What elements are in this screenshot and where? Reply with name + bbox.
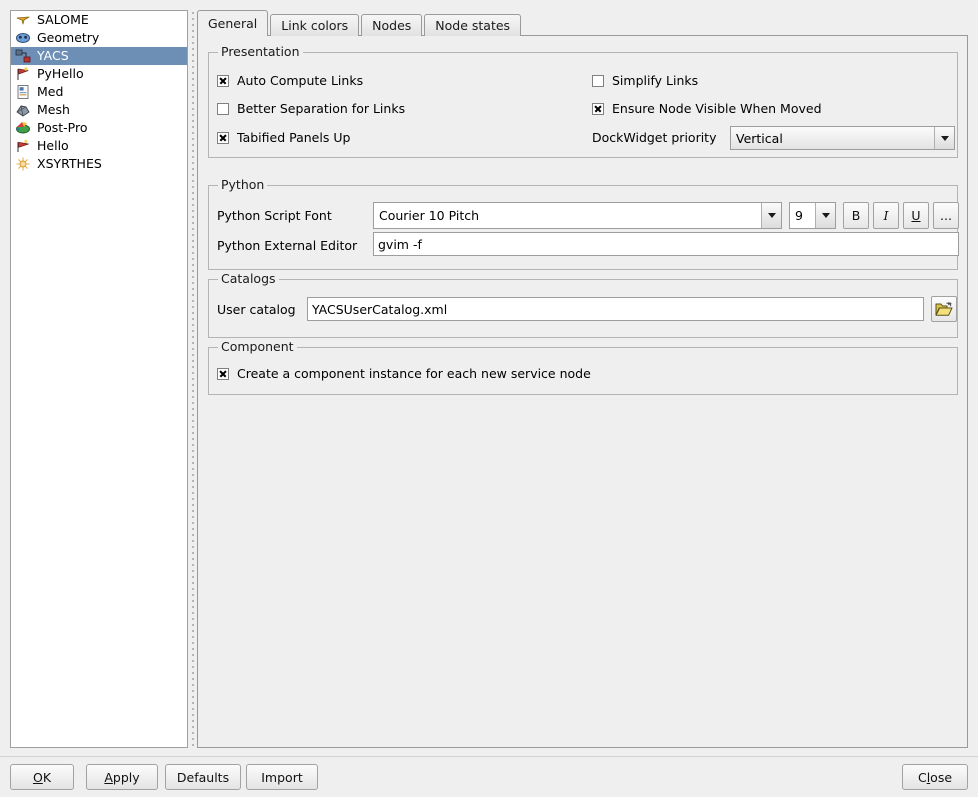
tab-panel-general: Presentation Auto Compute Links Better S… xyxy=(197,35,968,748)
sidebar-item-label: SALOME xyxy=(37,12,89,27)
group-python-title: Python xyxy=(218,178,268,192)
mesh-module-icon xyxy=(15,102,31,118)
dialog-button-bar: OK Apply Defaults Import Close xyxy=(0,756,978,797)
sidebar-item-label: Post-Pro xyxy=(37,120,88,135)
font-bold-button[interactable]: B xyxy=(843,202,869,229)
checkbox-simplify-links-label: Simplify Links xyxy=(612,73,699,88)
sidebar-item-yacs[interactable]: YACS xyxy=(11,47,187,65)
checkbox-auto-compute-links[interactable]: Auto Compute Links xyxy=(217,73,363,88)
sidebar-item-post-pro[interactable]: Post-Pro xyxy=(11,119,187,137)
sidebar-item-pyhello[interactable]: PyHello xyxy=(11,65,187,83)
sidebar-item-geometry[interactable]: Geometry xyxy=(11,29,187,47)
user-catalog-label: User catalog xyxy=(217,302,296,317)
font-underline-button[interactable]: U xyxy=(903,202,929,229)
xsyrthes-module-icon xyxy=(15,156,31,172)
open-folder-icon xyxy=(935,301,953,316)
python-external-editor-label: Python External Editor xyxy=(217,238,358,253)
chevron-down-icon[interactable] xyxy=(815,203,835,228)
tab-nodes[interactable]: Nodes xyxy=(361,14,423,36)
ok-button-label: OK xyxy=(32,769,52,785)
defaults-button[interactable]: Defaults xyxy=(165,764,241,790)
close-button[interactable]: Close xyxy=(902,764,968,790)
salome-module-icon xyxy=(15,12,31,28)
group-component-title: Component xyxy=(218,340,297,354)
sidebar-item-mesh[interactable]: Mesh xyxy=(11,101,187,119)
apply-button[interactable]: Apply xyxy=(86,764,158,790)
checkbox-ensure-node-visible-when-moved-label: Ensure Node Visible When Moved xyxy=(612,101,822,116)
sidebar-item-xsyrthes[interactable]: XSYRTHES xyxy=(11,155,187,173)
checkbox-better-separation-for-links-label: Better Separation for Links xyxy=(237,101,406,116)
python-script-font-label: Python Script Font xyxy=(217,208,332,223)
font-more-options-button[interactable]: ... xyxy=(933,202,959,229)
sidebar-item-label: Hello xyxy=(37,138,69,153)
module-list[interactable]: SALOME Geometry YACS PyHello Med Mesh Post-Pro… xyxy=(10,10,188,748)
preferences-dialog: SALOME Geometry YACS PyHello Med Mesh Post-Pro… xyxy=(0,0,978,796)
checkbox-better-separation-for-links-box[interactable] xyxy=(217,102,229,115)
checkbox-tabified-panels-up-box[interactable] xyxy=(217,131,229,144)
chevron-down-icon[interactable] xyxy=(934,127,954,149)
pyhello-module-icon xyxy=(15,66,31,82)
dialog-body: SALOME Geometry YACS PyHello Med Mesh Post-Pro… xyxy=(0,0,978,756)
group-presentation: Presentation Auto Compute Links Better S… xyxy=(208,45,958,158)
python-script-font-combo[interactable]: Courier 10 Pitch xyxy=(373,202,782,229)
group-python: Python Python Script Font Courier 10 Pit… xyxy=(208,178,959,270)
group-catalogs: Catalogs User catalog YACSUserCatalog.xm… xyxy=(208,272,958,338)
font-italic-button[interactable]: I xyxy=(873,202,899,229)
sidebar-item-med[interactable]: Med xyxy=(11,83,187,101)
sidebar-item-label: Geometry xyxy=(37,30,100,45)
sidebar-item-label: YACS xyxy=(37,48,69,63)
checkbox-tabified-panels-up[interactable]: Tabified Panels Up xyxy=(217,130,350,145)
checkbox-create-component-instance-label: Create a component instance for each new… xyxy=(237,366,591,381)
dockwidget-priority-label: DockWidget priority xyxy=(592,130,717,145)
yacs-module-icon xyxy=(15,48,31,64)
postpro-module-icon xyxy=(15,120,31,136)
geometry-module-icon xyxy=(15,30,31,46)
sidebar-item-label: PyHello xyxy=(37,66,84,81)
hello-module-icon xyxy=(15,138,31,154)
close-button-label: Close xyxy=(917,769,953,785)
dockwidget-priority-combo[interactable]: Vertical xyxy=(730,126,955,150)
panel-splitter[interactable] xyxy=(189,10,197,748)
group-component: Component Create a component instance fo… xyxy=(208,340,958,395)
ok-button[interactable]: OK xyxy=(10,764,74,790)
dockwidget-priority-value: Vertical xyxy=(736,130,783,146)
checkbox-create-component-instance-box[interactable] xyxy=(217,367,229,380)
sidebar-item-hello[interactable]: Hello xyxy=(11,137,187,155)
preferences-tabwidget: General Link colors Nodes Node states Prese… xyxy=(197,10,968,748)
checkbox-auto-compute-links-label: Auto Compute Links xyxy=(237,73,364,88)
user-catalog-input[interactable]: YACSUserCatalog.xml xyxy=(307,297,924,321)
tab-link-colors[interactable]: Link colors xyxy=(270,14,360,36)
python-font-size-combo[interactable]: 9 xyxy=(789,202,836,229)
python-font-size-value: 9 xyxy=(795,208,803,223)
checkbox-better-separation-for-links[interactable]: Better Separation for Links xyxy=(217,101,405,116)
checkbox-tabified-panels-up-label: Tabified Panels Up xyxy=(237,130,351,145)
user-catalog-browse-button[interactable] xyxy=(931,296,957,322)
import-button[interactable]: Import xyxy=(246,764,318,790)
checkbox-simplify-links-box[interactable] xyxy=(592,74,604,87)
group-presentation-title: Presentation xyxy=(218,45,303,59)
group-catalogs-title: Catalogs xyxy=(218,272,279,286)
sidebar-item-salome[interactable]: SALOME xyxy=(11,11,187,29)
checkbox-ensure-node-visible-when-moved[interactable]: Ensure Node Visible When Moved xyxy=(592,101,822,116)
checkbox-simplify-links[interactable]: Simplify Links xyxy=(592,73,698,88)
sidebar-item-label: Mesh xyxy=(37,102,70,117)
checkbox-ensure-node-visible-when-moved-box[interactable] xyxy=(592,102,604,115)
sidebar-item-label: Med xyxy=(37,84,64,99)
python-script-font-value: Courier 10 Pitch xyxy=(379,208,480,223)
tab-general[interactable]: General xyxy=(197,10,269,36)
tab-bar: General Link colors Nodes Node states xyxy=(197,10,523,36)
tab-node-states[interactable]: Node states xyxy=(424,14,522,36)
checkbox-auto-compute-links-box[interactable] xyxy=(217,74,229,87)
checkbox-create-component-instance[interactable]: Create a component instance for each new… xyxy=(217,366,591,381)
sidebar-item-label: XSYRTHES xyxy=(37,156,102,171)
python-external-editor-input[interactable]: gvim -f xyxy=(373,232,959,256)
apply-button-label: Apply xyxy=(104,769,140,785)
chevron-down-icon[interactable] xyxy=(761,203,781,228)
med-module-icon xyxy=(15,84,31,100)
